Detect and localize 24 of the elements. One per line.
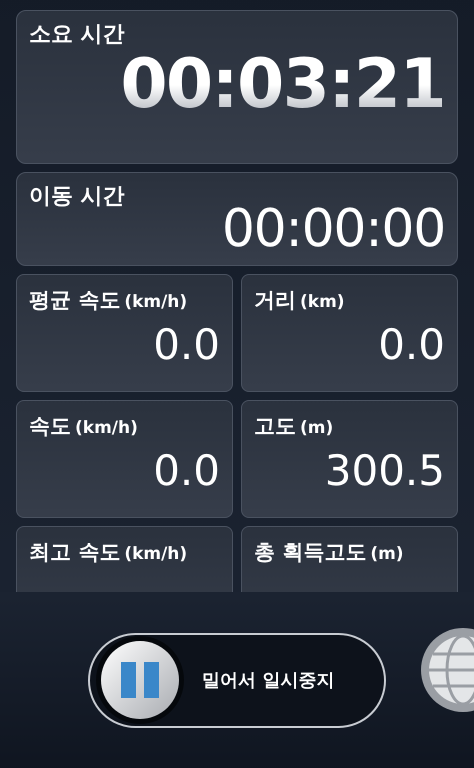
stat-unit: (km/h) bbox=[124, 291, 188, 314]
elapsed-time-label: 소요 시간 bbox=[29, 21, 125, 48]
stat-value: 0.0 bbox=[153, 324, 220, 366]
stat-unit: (m) bbox=[300, 417, 334, 440]
stat-unit: (m) bbox=[370, 543, 404, 566]
stat-label: 최고 속도 bbox=[29, 539, 120, 566]
stat-unit: (km/h) bbox=[75, 417, 138, 440]
stat-value: 0.0 bbox=[153, 450, 220, 492]
stat-label: 거리 bbox=[254, 287, 296, 314]
stat-label: 속도 bbox=[29, 413, 71, 440]
stat-label: 평균 속도 bbox=[29, 287, 120, 314]
stat-value: 0.0 bbox=[378, 324, 445, 366]
pause-icon bbox=[121, 662, 159, 698]
pause-knob[interactable] bbox=[101, 641, 179, 719]
stat-label: 고도 bbox=[254, 413, 296, 440]
stat-unit: (km) bbox=[300, 291, 345, 314]
moving-time-value: 00:00:00 bbox=[222, 202, 445, 254]
globe-icon[interactable] bbox=[420, 627, 474, 713]
slide-to-pause-label: 밀어서 일시중지 bbox=[202, 668, 334, 692]
stat-unit: (km/h) bbox=[124, 543, 188, 566]
stat-label: 총 획득고도 bbox=[254, 539, 366, 566]
stat-value: 300.5 bbox=[324, 450, 445, 492]
slide-to-pause-track[interactable]: 밀어서 일시중지 bbox=[88, 632, 386, 728]
moving-time-label: 이동 시간 bbox=[29, 183, 125, 210]
